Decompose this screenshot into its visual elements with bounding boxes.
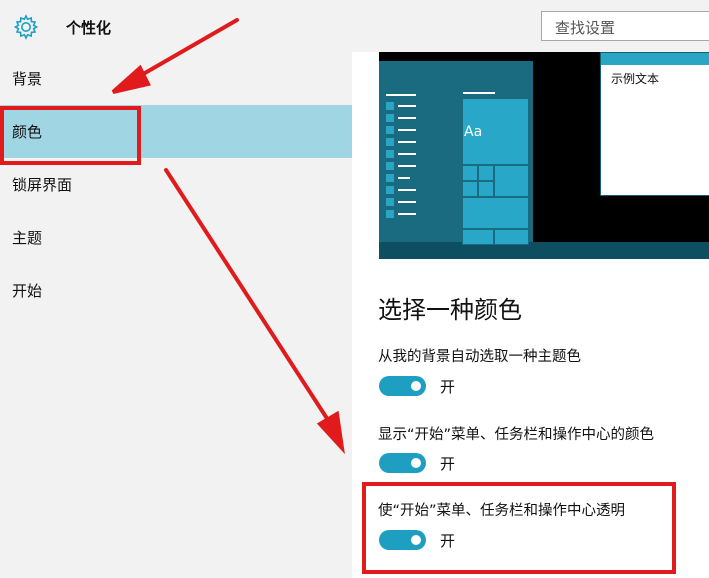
preview-menu-icon — [386, 138, 394, 146]
show-color-toggle[interactable] — [379, 453, 426, 473]
preview-tile-wide — [462, 197, 529, 229]
toggle-knob — [411, 458, 421, 468]
preview-menu-line — [398, 213, 416, 215]
preview-tile — [462, 165, 478, 181]
search-input[interactable]: 查找设置 — [541, 11, 709, 41]
preview-window: 示例文本 — [600, 52, 709, 196]
preview-tile — [494, 165, 529, 197]
toggle-knob — [411, 381, 421, 391]
sidebar-item-label: 锁屏界面 — [12, 176, 73, 194]
preview-menu-line — [398, 201, 416, 203]
preview-menu-icon — [386, 102, 394, 110]
preview-tile — [478, 181, 494, 197]
preview-menu-line — [398, 129, 416, 131]
preview-menu-line — [386, 94, 416, 96]
preview-menu-line — [398, 177, 410, 179]
sidebar-item-label: 背景 — [12, 70, 43, 88]
page-title: 个性化 — [66, 19, 112, 37]
preview-menu-line — [398, 141, 416, 143]
preview-tiles-header — [463, 92, 495, 94]
section-title: 选择一种颜色 — [378, 296, 522, 324]
preview-tile-label: Aa — [464, 124, 483, 140]
preview-sample-text: 示例文本 — [611, 72, 660, 86]
auto-accent-toggle[interactable] — [379, 376, 426, 396]
preview-tile — [494, 229, 529, 245]
sidebar-item-themes[interactable]: 主题 — [0, 211, 352, 264]
preview-window-titlebar — [601, 53, 709, 65]
preview-menu-line — [398, 105, 416, 107]
preview-menu-line — [398, 189, 416, 191]
gear-icon — [13, 14, 39, 40]
toggle-state-text: 开 — [440, 455, 456, 473]
preview-tile — [462, 229, 494, 245]
preview-taskbar — [379, 242, 709, 259]
sidebar-item-label: 主题 — [12, 229, 43, 247]
preview-menu-icon — [386, 174, 394, 182]
sidebar-item-background[interactable]: 背景 — [0, 52, 352, 105]
preview-menu-icon — [386, 210, 394, 218]
preview-menu-icon — [386, 186, 394, 194]
annotation-box-transparency — [362, 482, 676, 574]
sidebar-item-label: 开始 — [12, 282, 43, 300]
show-color-label: 显示“开始”菜单、任务栏和操作中心的颜色 — [378, 427, 655, 443]
toggle-state-text: 开 — [440, 378, 456, 396]
annotation-box-colors — [0, 106, 141, 165]
preview-menu-line — [398, 153, 416, 155]
color-preview: 示例文本 — [379, 52, 709, 259]
preview-menu-icon — [386, 150, 394, 158]
preview-menu-icon — [386, 162, 394, 170]
preview-tile — [478, 165, 494, 181]
preview-menu-icon — [386, 126, 394, 134]
sidebar-item-lock-screen[interactable]: 锁屏界面 — [0, 158, 352, 211]
sidebar-item-start[interactable]: 开始 — [0, 264, 352, 317]
preview-menu-line — [398, 165, 416, 167]
preview-menu-icon — [386, 114, 394, 122]
preview-menu-line — [398, 117, 416, 119]
preview-menu-icon — [386, 198, 394, 206]
auto-accent-label: 从我的背景自动选取一种主题色 — [378, 349, 581, 365]
preview-tile — [462, 181, 478, 197]
